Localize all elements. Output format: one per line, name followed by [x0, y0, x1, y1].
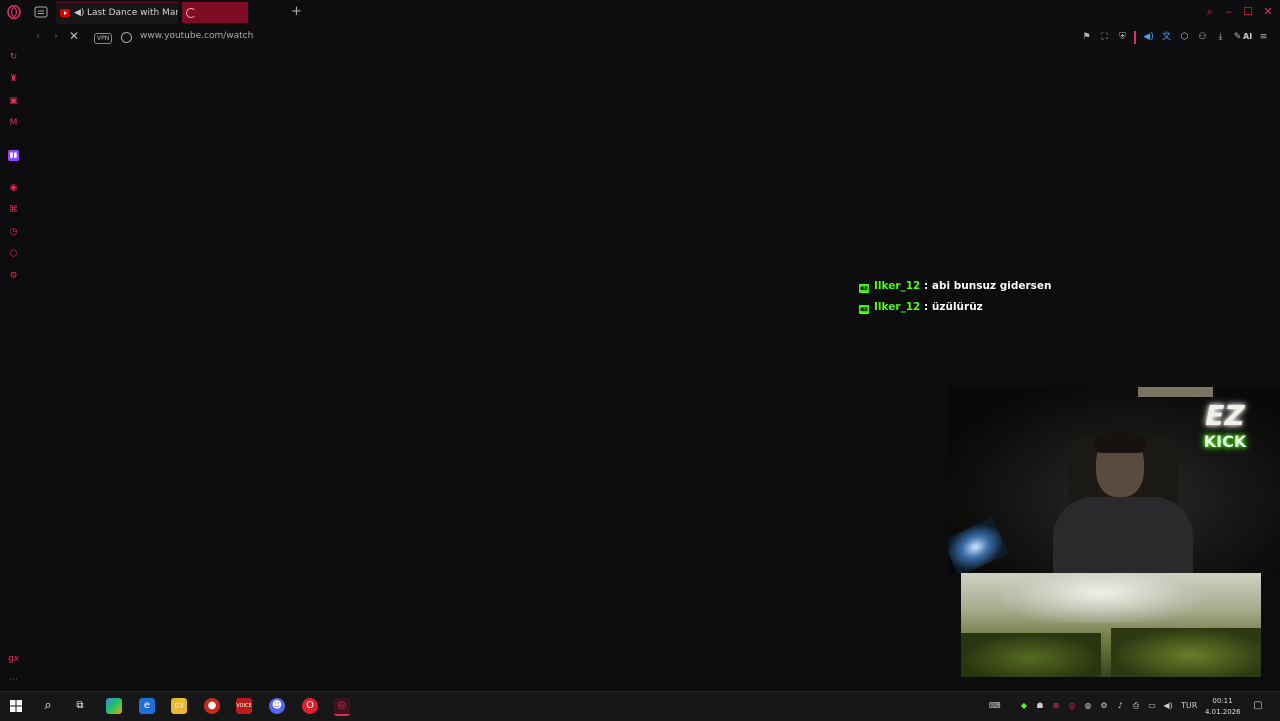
translate-icon[interactable]: 文 — [1161, 32, 1172, 43]
notification-icon[interactable]: ▢ — [1253, 701, 1263, 711]
language-indicator[interactable]: TUR — [1181, 701, 1197, 710]
history-icon[interactable]: ◷ — [8, 227, 19, 238]
opera-taskbar-icon[interactable]: O — [302, 698, 318, 714]
adblock-shield-icon[interactable]: ⛨ — [1117, 32, 1128, 43]
tray-recording-icon[interactable]: ⊗ — [1051, 701, 1061, 711]
tray-device-icon[interactable]: ⎙ — [1131, 701, 1141, 711]
tray-settings-icon[interactable]: ⚙ — [1099, 701, 1109, 711]
file-explorer-icon[interactable]: ▭ — [171, 698, 187, 714]
ai-button[interactable]: AI — [1243, 32, 1252, 41]
chat-badge-icon: ez — [859, 284, 869, 293]
tab-youtube[interactable]: ◀) Last Dance with Mary — [56, 2, 178, 24]
tab-loading[interactable] — [182, 2, 248, 23]
windows-start-icon[interactable] — [8, 698, 24, 714]
chat-message: ez Ilker_12 : abi bunsuz gidersen — [859, 280, 1051, 293]
download-icon[interactable]: ⤓ — [1215, 32, 1226, 43]
keyboard-icon[interactable]: ⌨ — [989, 701, 1001, 711]
player-icon[interactable]: ▣ — [8, 96, 19, 107]
tab-title: Last Dance with Mary — [87, 8, 178, 18]
network-icon[interactable]: ▭ — [1147, 701, 1157, 711]
nvidia-icon[interactable]: ◆ — [1019, 701, 1029, 711]
stop-loading-button[interactable]: ✕ — [69, 29, 79, 43]
minimize-button[interactable]: – — [1222, 5, 1236, 19]
account-icon[interactable]: ⚇ — [1197, 32, 1208, 43]
task-view-icon[interactable]: ⧉ — [72, 698, 88, 714]
aria-icon[interactable]: ✎ — [1232, 32, 1243, 43]
microphone-icon[interactable]: ♪ — [1115, 701, 1125, 711]
speaker-icon[interactable]: ◀) — [74, 3, 84, 24]
close-button[interactable]: ✕ — [1261, 5, 1275, 19]
chat-text: abi bunsuz gidersen — [928, 280, 1052, 292]
chat-text: üzülürüz — [928, 301, 983, 313]
copilot-icon[interactable] — [106, 698, 122, 714]
clock[interactable]: 00:11 4.01.2026 — [1205, 696, 1241, 718]
player-circle-icon[interactable]: ◉ — [8, 183, 19, 194]
maximize-button[interactable]: ☐ — [1241, 5, 1255, 19]
chat-message: ez Ilker_12 : üzülürüz — [859, 301, 983, 314]
opera-logo-icon[interactable] — [7, 5, 21, 19]
site-info-icon[interactable] — [121, 32, 132, 43]
clock-time: 00:11 — [1212, 697, 1233, 705]
tray-steam-icon[interactable]: ◍ — [1083, 701, 1093, 711]
settings-icon[interactable]: ⚙ — [8, 271, 19, 282]
opera-sidebar: ↻ ♜ ▣ M ▮▮ ◉ ⌘ ◷ ⬡ ⚙ gx ··· — [0, 51, 28, 691]
chat-badge-icon: ez — [859, 305, 869, 314]
youtube-icon — [60, 9, 70, 17]
game-smoke — [1001, 573, 1201, 623]
vpn-badge[interactable]: VPN — [94, 33, 113, 44]
search-tabs-icon[interactable]: ⌕ — [1203, 5, 1217, 19]
recorder-icon[interactable]: ● — [204, 698, 220, 714]
bookmark-icon[interactable]: ⚑ — [1081, 32, 1092, 43]
game-capture — [961, 573, 1261, 677]
game-foliage — [961, 633, 1101, 677]
extensions-icon[interactable]: ⬡ — [1179, 32, 1190, 43]
more-icon[interactable]: ··· — [8, 675, 19, 686]
url-field[interactable]: www.youtube.com/watch — [140, 31, 253, 41]
neon-ez: EZ — [1205, 399, 1245, 432]
gx-logo-icon[interactable]: gx — [8, 654, 19, 665]
messenger-icon[interactable]: M — [8, 118, 19, 129]
audio-icon[interactable]: ◀) — [1143, 32, 1154, 43]
toolbar-separator — [1134, 31, 1136, 44]
search-icon[interactable]: ⌕ — [40, 698, 56, 714]
snapshot-icon[interactable]: ⛶ — [1099, 32, 1110, 43]
game-foliage — [1111, 628, 1261, 677]
tray-app-icon[interactable]: ☗ — [1035, 701, 1045, 711]
chat-username: Ilker_12 — [874, 280, 921, 292]
edge-icon[interactable]: e — [139, 698, 155, 714]
lamp-light — [1138, 387, 1213, 397]
gx-corner-icon[interactable]: ♜ — [8, 74, 19, 85]
streamer-body — [1053, 497, 1193, 573]
voicemod-icon[interactable]: VOICE — [236, 698, 252, 714]
neon-kick: KICK — [1203, 432, 1247, 451]
windows-taskbar: ⌕ ⧉ e ▭ ● VOICE ☻ O ◎ ⌨ ◆ ☗ ⊗ ◎ ◍ ⚙ ♪ ⎙ … — [0, 691, 1280, 721]
forward-button[interactable]: › — [54, 31, 58, 42]
browser-titlebar: ◀) Last Dance with Mary + ⌕ – ☐ ✕ — [0, 0, 1280, 25]
address-bar: ‹ › ✕ VPN www.youtube.com/watch ⚑ ⛶ ⛨ ◀)… — [0, 25, 1280, 69]
tray-opera-icon[interactable]: ◎ — [1067, 701, 1077, 711]
menu-icon[interactable]: ≡ — [1258, 32, 1269, 43]
opera-gx-taskbar-icon[interactable]: ◎ — [334, 698, 350, 716]
clock-date: 4.01.2026 — [1205, 708, 1241, 716]
rgb-light — [948, 517, 1009, 573]
extensions-sidebar-icon[interactable]: ⬡ — [8, 249, 19, 260]
streamer-hair — [1094, 431, 1146, 453]
back-button[interactable]: ‹ — [36, 31, 40, 42]
pinboard-icon[interactable]: ⌘ — [8, 205, 19, 216]
neon-sign: EZ KICK — [1196, 400, 1254, 452]
twitch-icon[interactable]: ▮▮ — [8, 150, 19, 161]
gx-control-icon[interactable]: ↻ — [8, 52, 19, 63]
discord-icon[interactable]: ☻ — [269, 698, 285, 714]
volume-icon[interactable]: ◀) — [1163, 701, 1173, 711]
loading-spinner-icon — [186, 8, 196, 18]
chat-username: Ilker_12 — [874, 301, 921, 313]
new-tab-button[interactable]: + — [291, 5, 302, 18]
tab-islands-icon[interactable] — [34, 6, 48, 18]
